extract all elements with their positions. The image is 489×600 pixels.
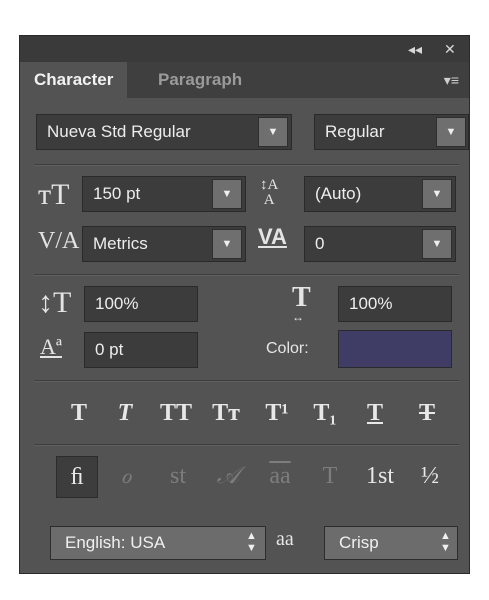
subscript-button[interactable]: T₁	[308, 398, 342, 428]
stylistic-alternates-button[interactable]: aa	[260, 456, 300, 496]
faux-bold-button[interactable]: T	[62, 398, 96, 428]
anti-aliasing-select[interactable]: Crisp	[324, 526, 458, 560]
vertical-scale-field[interactable]: 100%	[84, 286, 198, 322]
font-style-dropdown[interactable]: ▼	[436, 117, 466, 147]
tracking-icon: VA	[258, 224, 287, 249]
standard-ligatures-button[interactable]: ﬁ	[56, 456, 98, 498]
panel-menu-icon[interactable]: ▾≡	[444, 72, 459, 89]
tracking-dropdown[interactable]: ▼	[422, 229, 452, 259]
baseline-shift-field[interactable]: 0 pt	[84, 332, 198, 368]
baseline-shift-icon: Aª	[40, 334, 62, 359]
kerning-dropdown[interactable]: ▼	[212, 229, 242, 259]
anti-aliasing-value: Crisp	[339, 533, 379, 552]
kerning-value: Metrics	[93, 234, 148, 253]
tracking-value: 0	[315, 234, 325, 253]
color-swatch[interactable]	[338, 330, 452, 368]
separator	[34, 380, 459, 382]
swash-button[interactable]: 𝒜	[208, 456, 248, 496]
vertical-scale-icon: ↕T	[38, 286, 72, 319]
fractions-button[interactable]: ½	[410, 456, 450, 496]
font-family-dropdown[interactable]: ▼	[258, 117, 288, 147]
faux-italic-button[interactable]: T	[108, 398, 142, 428]
font-size-icon: тT	[38, 178, 70, 211]
leading-icon: ↕A A	[260, 177, 279, 208]
language-updown-icon: ▲ ▼	[246, 530, 257, 554]
titling-alternates-button[interactable]: T	[310, 456, 350, 496]
separator	[34, 164, 459, 166]
baseline-shift-value: 0 pt	[95, 340, 124, 359]
font-family-field[interactable]: Nueva Std Regular	[36, 114, 292, 150]
separator	[34, 274, 459, 276]
strikethrough-button[interactable]: T	[410, 398, 444, 428]
vertical-scale-value: 100%	[95, 294, 139, 313]
panel-titlebar: ◂◂ ✕	[20, 36, 469, 62]
ordinals-button[interactable]: 1st	[356, 456, 404, 496]
anti-aliasing-updown-icon: ▲ ▼	[440, 530, 451, 554]
horizontal-scale-field[interactable]: 100%	[338, 286, 452, 322]
small-caps-button[interactable]: Tт	[206, 398, 246, 428]
all-caps-button[interactable]: TT	[154, 398, 198, 428]
horizontal-scale-value: 100%	[349, 294, 393, 313]
kerning-icon: V/A	[38, 228, 80, 254]
underline-button[interactable]: T	[358, 398, 392, 428]
font-style-value: Regular	[325, 122, 385, 141]
discretionary-ligatures-button[interactable]: st	[158, 456, 198, 496]
contextual-alternates-button[interactable]: ℴ	[106, 456, 146, 496]
separator	[34, 444, 459, 446]
font-size-dropdown[interactable]: ▼	[212, 179, 242, 209]
leading-value: (Auto)	[315, 184, 362, 203]
anti-aliasing-icon: aa	[276, 528, 294, 550]
superscript-button[interactable]: T¹	[260, 398, 294, 428]
color-label: Color:	[266, 340, 309, 357]
horizontal-scale-icon: T ↔	[292, 282, 311, 324]
language-select[interactable]: English: USA	[50, 526, 266, 560]
font-size-value: 150 pt	[93, 184, 141, 203]
tab-character[interactable]: Character	[20, 62, 128, 98]
tab-paragraph[interactable]: Paragraph	[144, 62, 256, 98]
panel-tabs: Character Paragraph ▾≡	[20, 62, 469, 98]
font-family-value: Nueva Std Regular	[47, 122, 191, 141]
leading-dropdown[interactable]: ▼	[422, 179, 452, 209]
character-panel: ◂◂ ✕ Character Paragraph ▾≡ Nueva Std Re…	[20, 36, 469, 573]
language-value: English: USA	[65, 533, 166, 552]
collapse-icon[interactable]: ◂◂	[408, 40, 422, 58]
close-icon[interactable]: ✕	[444, 40, 456, 58]
